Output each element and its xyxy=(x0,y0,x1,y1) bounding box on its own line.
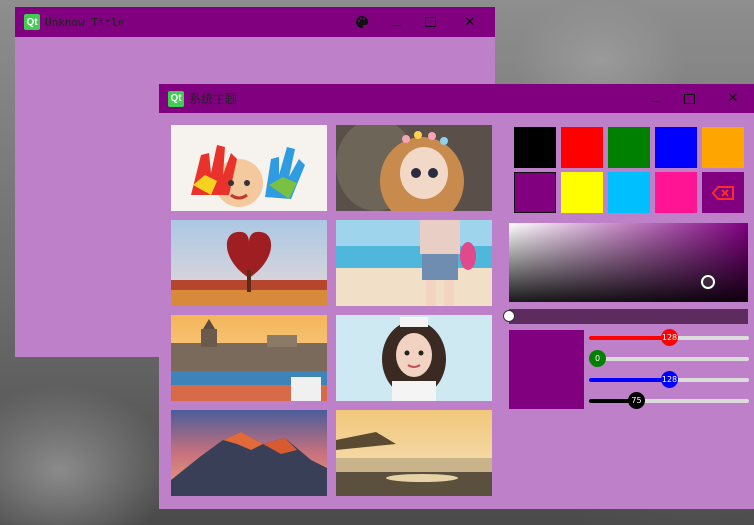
minimize-icon xyxy=(391,24,401,26)
close-button[interactable]: ✕ xyxy=(453,7,487,37)
swatch-skyblue[interactable] xyxy=(608,172,650,213)
alpha-slider[interactable]: 75 xyxy=(589,392,749,409)
thumb-city-river[interactable] xyxy=(171,315,327,401)
maximize-button[interactable] xyxy=(672,84,706,113)
thumb-doll-girl[interactable] xyxy=(336,125,492,211)
window-title: Unknow Title xyxy=(45,15,125,29)
swatch-orange[interactable] xyxy=(702,127,744,168)
minimize-icon xyxy=(650,101,660,102)
clear-color-button[interactable] xyxy=(702,172,744,213)
system-theme-window: Qt 系统主题 ✕ 128 0 128 75 xyxy=(159,84,754,509)
maximize-icon xyxy=(424,17,436,27)
swatch-blue[interactable] xyxy=(655,127,697,168)
saturation-value-panel[interactable] xyxy=(509,223,748,302)
swatch-green[interactable] xyxy=(608,127,650,168)
thumb-mountain-sunset[interactable] xyxy=(171,410,327,496)
swatch-red[interactable] xyxy=(561,127,603,168)
minimize-button[interactable] xyxy=(379,7,413,37)
thumb-beach-doll[interactable] xyxy=(336,220,492,306)
blue-knob[interactable]: 128 xyxy=(661,371,678,388)
maximize-button[interactable] xyxy=(413,7,447,37)
green-slider[interactable]: 0 xyxy=(589,350,749,367)
swatch-purple[interactable] xyxy=(514,172,556,213)
hue-slider[interactable] xyxy=(503,309,748,324)
hue-handle[interactable] xyxy=(503,310,515,322)
green-knob[interactable]: 0 xyxy=(589,350,606,367)
window-title: 系统主题 xyxy=(189,92,238,106)
maximize-icon xyxy=(683,93,695,104)
red-fill xyxy=(589,336,669,340)
swatch-pink[interactable] xyxy=(655,172,697,213)
thumb-girl-portrait[interactable] xyxy=(336,315,492,401)
close-button[interactable]: ✕ xyxy=(716,84,750,113)
thumb-heart-tree[interactable] xyxy=(171,220,327,306)
red-slider[interactable]: 128 xyxy=(589,329,749,346)
qt-logo-icon: Qt xyxy=(24,14,40,30)
close-icon: ✕ xyxy=(727,91,739,106)
red-knob[interactable]: 128 xyxy=(661,329,678,346)
swatch-yellow[interactable] xyxy=(561,172,603,213)
thumb-colorful-hands[interactable] xyxy=(171,125,327,211)
backspace-icon xyxy=(712,185,734,200)
alpha-knob[interactable]: 75 xyxy=(628,392,645,409)
thumb-sea-sunset[interactable] xyxy=(336,410,492,496)
blue-fill xyxy=(589,378,669,382)
sv-handle[interactable] xyxy=(701,275,715,289)
swatch-black[interactable] xyxy=(514,127,556,168)
title-bar[interactable]: Qt 系统主题 ✕ xyxy=(159,84,754,113)
title-bar[interactable]: Qt Unknow Title ✕ xyxy=(15,7,495,37)
qt-logo-icon: Qt xyxy=(168,90,184,107)
close-icon: ✕ xyxy=(464,14,476,30)
blue-slider[interactable]: 128 xyxy=(589,371,749,388)
color-preview xyxy=(509,330,584,409)
minimize-button[interactable] xyxy=(638,84,672,113)
palette-icon[interactable] xyxy=(345,7,379,37)
